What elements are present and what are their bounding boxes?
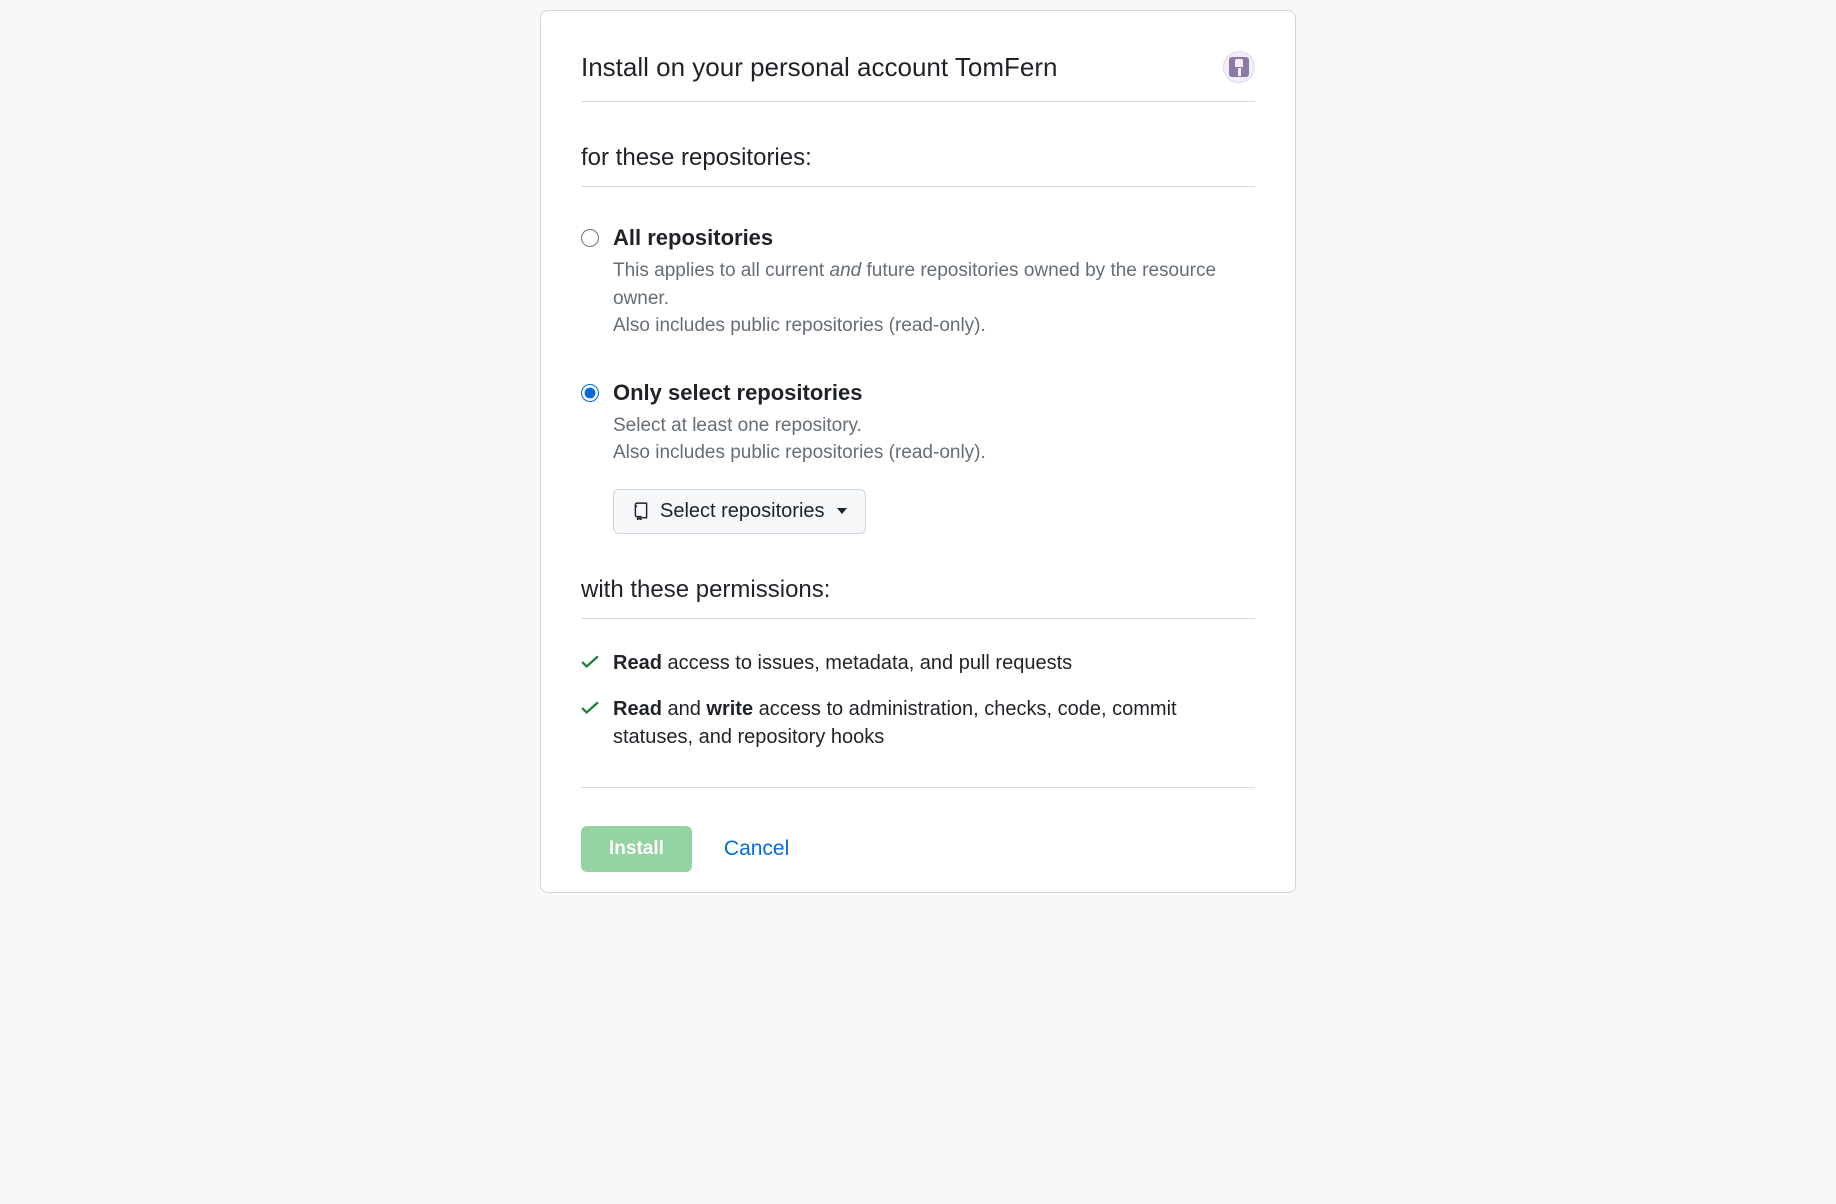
perm-mid: and	[662, 698, 706, 720]
select-repos-description: Select at least one repository. Also inc…	[613, 412, 1255, 467]
select-desc-line1: Select at least one repository.	[613, 415, 862, 436]
avatar-icon	[1229, 57, 1249, 77]
all-desc-pre: This applies to all current	[613, 260, 830, 281]
radio-option-select-repos: Only select repositories Select at least…	[581, 380, 1255, 534]
all-desc-line2: Also includes public repositories (read-…	[613, 315, 986, 336]
repo-icon	[632, 502, 650, 520]
perm-mid: access to issues, metadata, and pull req…	[662, 652, 1072, 674]
footer-divider	[581, 787, 1255, 788]
perm-strong2: write	[706, 698, 753, 720]
radio-option-all-repos: All repositories This applies to all cur…	[581, 225, 1255, 340]
dialog-header: Install on your personal account TomFern	[581, 51, 1255, 102]
check-icon	[581, 701, 599, 715]
select-repos-label[interactable]: Only select repositories	[613, 380, 1255, 406]
select-desc-line2: Also includes public repositories (read-…	[613, 442, 986, 463]
chevron-down-icon	[837, 508, 847, 514]
perm-strong: Read	[613, 698, 662, 720]
select-repositories-button[interactable]: Select repositories	[613, 489, 866, 534]
cancel-link[interactable]: Cancel	[724, 837, 789, 861]
permission-item: Read access to issues, metadata, and pul…	[581, 649, 1255, 677]
all-desc-em: and	[830, 260, 862, 281]
install-dialog: Install on your personal account TomFern…	[540, 10, 1296, 893]
permission-item: Read and write access to administration,…	[581, 695, 1255, 751]
install-button[interactable]: Install	[581, 826, 692, 872]
select-repos-button-label: Select repositories	[660, 500, 825, 523]
permissions-heading: with these permissions:	[581, 576, 1255, 619]
permissions-list: Read access to issues, metadata, and pul…	[581, 649, 1255, 751]
all-repos-radio[interactable]	[581, 229, 599, 247]
dialog-title: Install on your personal account TomFern	[581, 52, 1057, 83]
check-icon	[581, 655, 599, 669]
permission-text: Read and write access to administration,…	[613, 695, 1255, 751]
all-repos-label[interactable]: All repositories	[613, 225, 1255, 251]
perm-strong: Read	[613, 652, 662, 674]
account-avatar	[1223, 51, 1255, 83]
select-repos-content: Only select repositories Select at least…	[613, 380, 1255, 534]
select-repos-radio[interactable]	[581, 384, 599, 402]
footer-actions: Install Cancel	[581, 826, 1255, 872]
permission-text: Read access to issues, metadata, and pul…	[613, 649, 1255, 677]
all-repos-content: All repositories This applies to all cur…	[613, 225, 1255, 340]
repositories-heading: for these repositories:	[581, 144, 1255, 187]
repository-scope-radio-group: All repositories This applies to all cur…	[581, 225, 1255, 534]
all-repos-description: This applies to all current and future r…	[613, 257, 1255, 340]
